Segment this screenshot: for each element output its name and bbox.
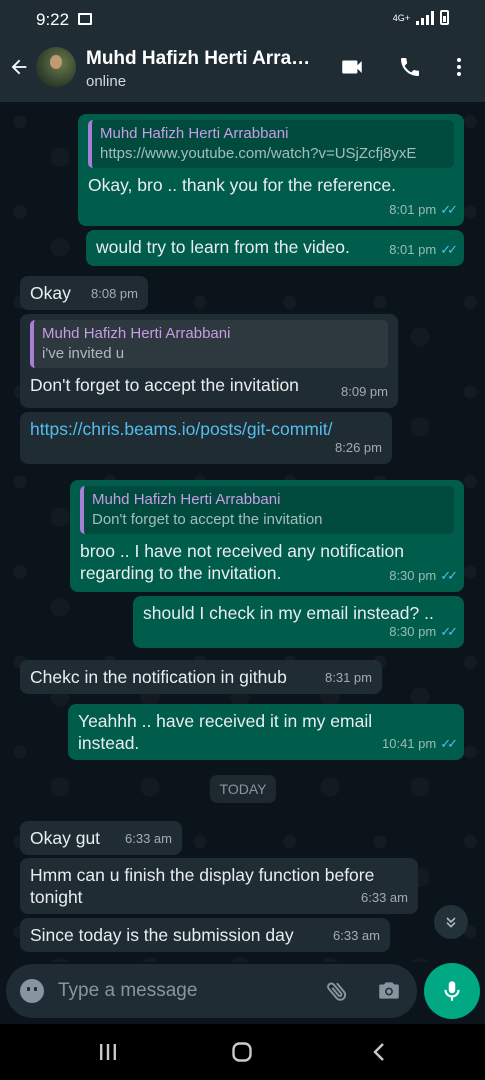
message-text: Since today is the submission day [30, 925, 294, 945]
message-text: Okay, bro .. thank you for the reference… [88, 175, 397, 195]
date-divider: TODAY [210, 775, 276, 803]
message-bubble[interactable]: Muhd Hafizh Herti Arrabbani https://www.… [78, 114, 464, 226]
message-bubble[interactable]: Chekc in the notification in github 8:31… [20, 660, 382, 694]
message-bubble[interactable]: would try to learn from the video. 8:01 … [86, 230, 464, 266]
quoted-message[interactable]: Muhd Hafizh Herti Arrabbani Don't forget… [80, 486, 454, 534]
message-link[interactable]: https://chris.beams.io/posts/git-commit/ [30, 418, 382, 440]
message-meta: 8:30 pm ✓✓ [389, 621, 458, 643]
quote-author: Muhd Hafizh Herti Arrabbani [92, 491, 281, 508]
message-bubble[interactable]: Okay gut 6:33 am [20, 821, 182, 855]
message-time: 10:41 pm [382, 736, 437, 751]
message-bubble[interactable]: https://chris.beams.io/posts/git-commit/… [20, 412, 392, 464]
attach-icon[interactable] [324, 978, 350, 1009]
message-text-line: tonight [30, 887, 83, 907]
message-time: 8:09 pm [341, 384, 388, 399]
video-call-icon[interactable] [337, 52, 367, 82]
quote-text: https://www.youtube.com/watch?v=USjZcfj8… [100, 145, 417, 162]
contact-name[interactable]: Muhd Hafizh Herti Arrabbani [86, 48, 321, 70]
message-time: 8:01 pm [389, 242, 437, 257]
message-meta: 8:01 pm ✓✓ [389, 239, 458, 261]
message-meta: 8:30 pm ✓✓ [389, 565, 458, 587]
message-text: Don't forget to accept the invitation [30, 375, 299, 395]
message-meta: 10:41 pm ✓✓ [382, 733, 458, 755]
status-right: 4G+ [393, 10, 449, 25]
message-composer [6, 964, 417, 1018]
read-ticks-icon: ✓✓ [440, 202, 458, 217]
quote-text: Don't forget to accept the invitation [92, 511, 323, 528]
message-text: Chekc in the notification in github [30, 667, 287, 687]
contact-status: online [86, 73, 127, 90]
voice-call-icon[interactable] [395, 52, 425, 82]
status-bar: 9:22 4G+ [0, 0, 485, 40]
message-bubble[interactable]: Since today is the submission day 6:33 a… [20, 918, 390, 952]
message-time: 8:30 pm [389, 624, 437, 639]
more-options-icon[interactable] [444, 52, 474, 82]
scroll-down-icon[interactable] [434, 905, 468, 939]
avatar[interactable] [36, 47, 76, 87]
quoted-message[interactable]: Muhd Hafizh Herti Arrabbani i've invited… [30, 320, 388, 368]
message-time: 8:08 pm [91, 286, 138, 301]
message-time: 6:33 am [361, 890, 408, 905]
mic-icon[interactable] [424, 963, 480, 1019]
gallery-notification-icon [78, 13, 92, 25]
message-meta: 8:01 pm ✓✓ [389, 199, 458, 221]
quoted-message[interactable]: Muhd Hafizh Herti Arrabbani https://www.… [88, 120, 454, 168]
recents-icon[interactable] [96, 1040, 120, 1069]
status-time: 9:22 [36, 10, 70, 29]
read-ticks-icon: ✓✓ [440, 736, 458, 751]
back-arrow-icon[interactable] [8, 54, 30, 85]
battery-icon [440, 10, 449, 25]
read-ticks-icon: ✓✓ [440, 624, 458, 639]
message-time: 8:30 pm [389, 568, 437, 583]
message-text-line: broo .. I have not received any notifica… [80, 541, 404, 561]
home-icon[interactable] [230, 1040, 254, 1069]
signal-icon [416, 10, 434, 25]
message-time: 8:26 pm [335, 440, 382, 455]
message-bubble[interactable]: should I check in my email instead? .. 8… [133, 596, 464, 648]
message-text-line: Yeahhh .. have received it in my email [78, 711, 373, 731]
message-bubble[interactable]: Muhd Hafizh Herti Arrabbani i've invited… [20, 314, 398, 408]
quote-author: Muhd Hafizh Herti Arrabbani [100, 125, 289, 142]
network-label: 4G+ [392, 12, 410, 23]
message-bubble[interactable]: Hmm can u finish the display function be… [20, 858, 418, 914]
read-ticks-icon: ✓✓ [440, 568, 458, 583]
message-input[interactable] [58, 976, 308, 1006]
message-bubble[interactable]: Yeahhh .. have received it in my email i… [68, 704, 464, 760]
quote-author: Muhd Hafizh Herti Arrabbani [42, 325, 231, 342]
emoji-icon[interactable] [20, 979, 44, 1003]
system-nav-bar [0, 1024, 485, 1080]
message-bubble[interactable]: Muhd Hafizh Herti Arrabbani Don't forget… [70, 480, 464, 592]
read-ticks-icon: ✓✓ [440, 242, 458, 257]
chat-header: Muhd Hafizh Herti Arrabbani online [0, 40, 485, 102]
message-time: 8:31 pm [325, 670, 372, 685]
message-time: 6:33 am [125, 831, 172, 846]
message-time: 6:33 am [333, 928, 380, 943]
quote-text: i've invited u [42, 345, 125, 362]
message-time: 8:01 pm [389, 202, 437, 217]
message-bubble[interactable]: Okay 8:08 pm [20, 276, 148, 310]
message-text-line: Hmm can u finish the display function be… [30, 865, 375, 885]
nav-back-icon[interactable] [368, 1040, 392, 1069]
camera-icon[interactable] [376, 978, 402, 1009]
